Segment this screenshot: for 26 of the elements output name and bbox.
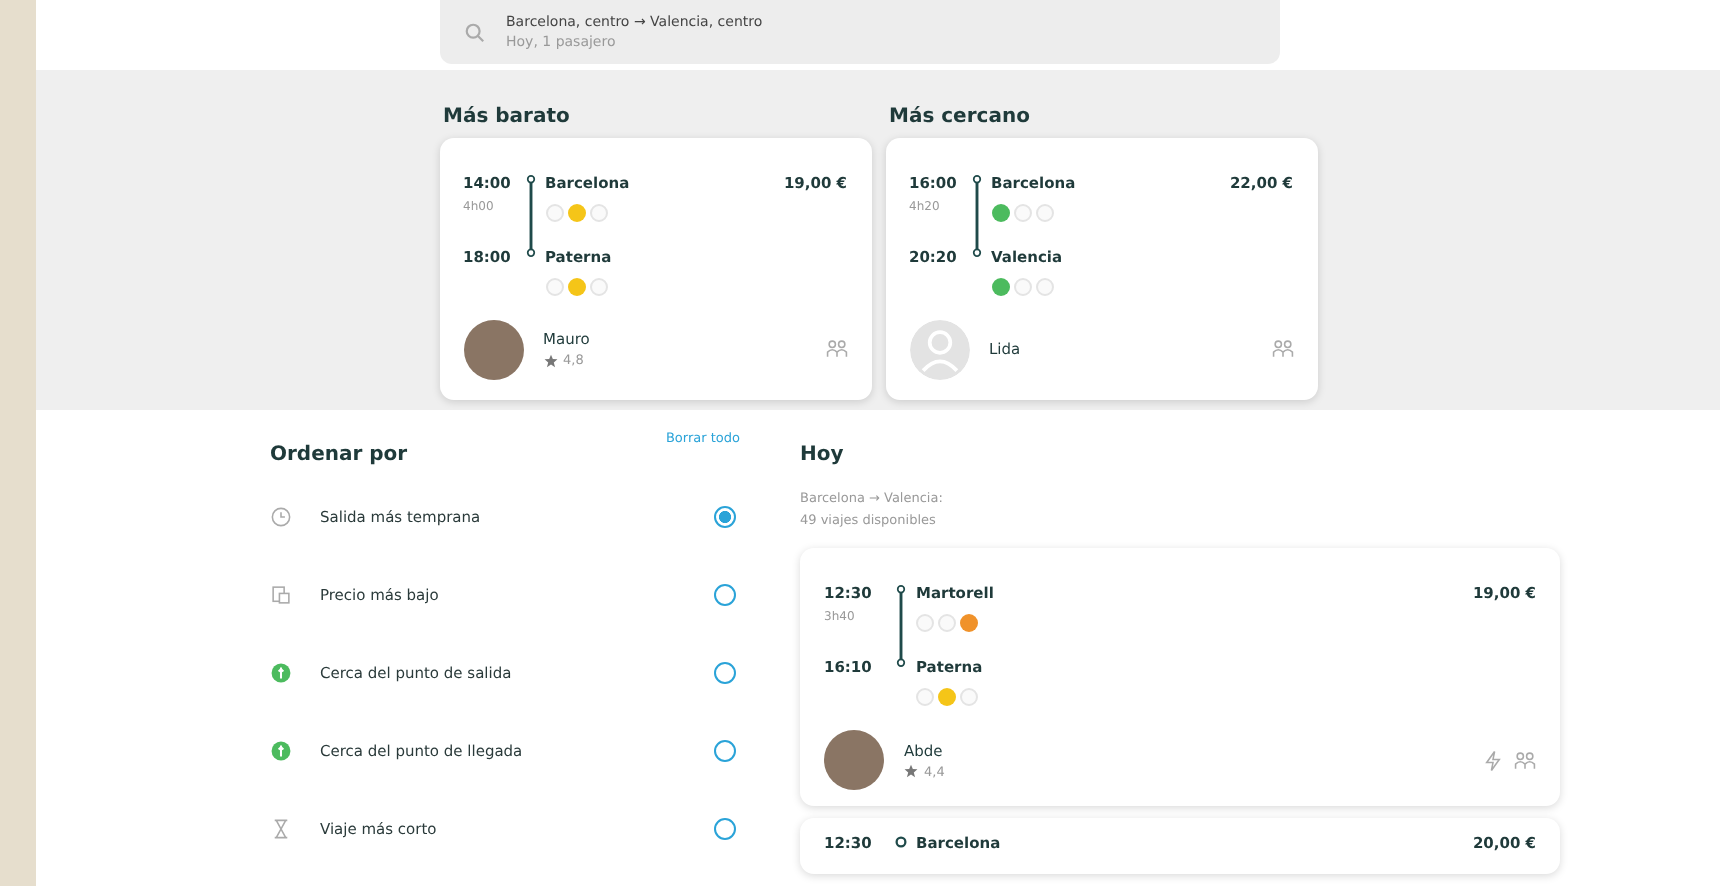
search-icon — [464, 21, 486, 43]
section-heading: Más barato — [443, 105, 572, 128]
route-line-icon — [894, 584, 908, 668]
passengers-icon — [825, 338, 847, 361]
avatar-icon — [909, 319, 969, 380]
section-heading: Más cercano — [889, 105, 1032, 128]
lightning-icon — [1482, 749, 1504, 771]
results-heading: Hoy — [800, 444, 846, 466]
photo-placeholder — [463, 319, 523, 380]
hourglass-icon — [270, 818, 292, 840]
clock-icon — [270, 506, 292, 528]
radio-button[interactable] — [714, 662, 736, 684]
star-icon — [904, 764, 918, 778]
radio-button[interactable] — [714, 740, 736, 762]
route-line-icon — [523, 173, 537, 258]
price-tag-icon — [270, 584, 292, 606]
radio-button[interactable] — [714, 506, 736, 528]
sort-heading: Ordenar por — [270, 442, 408, 466]
route-line-icon — [969, 173, 983, 258]
photo-placeholder — [824, 730, 884, 790]
stop-marker-icon — [894, 834, 908, 850]
passengers-icon — [1514, 749, 1536, 771]
radio-button[interactable] — [714, 584, 736, 606]
star-icon — [543, 353, 557, 368]
passengers-icon — [1271, 338, 1293, 361]
radio-button[interactable] — [714, 818, 736, 840]
